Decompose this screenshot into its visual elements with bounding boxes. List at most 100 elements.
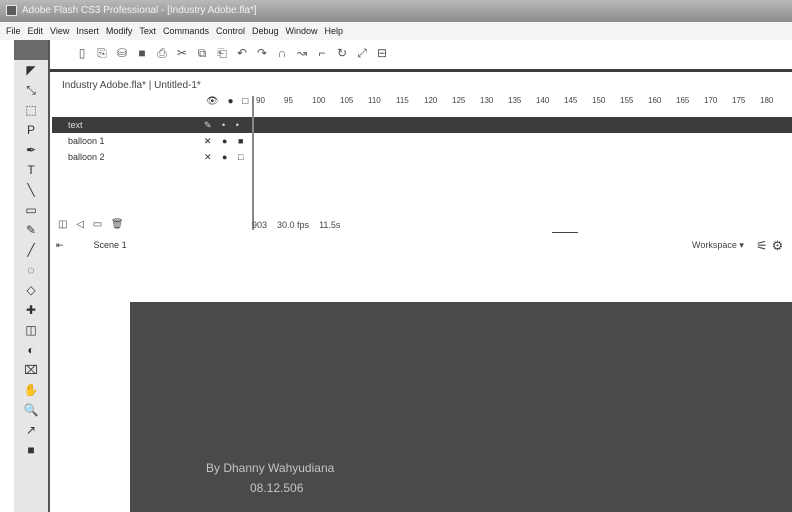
document-tabs[interactable]: Industry Adobe.fla* | Untitled-1* xyxy=(62,80,201,91)
ruler-tick: 115 xyxy=(396,96,409,105)
ruler-tick: 180 xyxy=(760,96,774,105)
stage-text: By Dhanny Wahyudiana 08.12.506 xyxy=(206,458,334,498)
cut-icon[interactable]: ✂ xyxy=(176,46,188,60)
ruler-tick: 125 xyxy=(452,96,466,105)
menu-help[interactable]: Help xyxy=(325,22,344,40)
lasso-tool-icon[interactable]: P xyxy=(14,120,48,140)
ruler-tick: 155 xyxy=(620,96,634,105)
save-icon[interactable]: ■ xyxy=(136,46,148,60)
timeline-header-icons[interactable]: 👁 ● □ xyxy=(206,96,251,107)
line-tool-icon[interactable]: ╲ xyxy=(14,180,48,200)
timeline-playhead[interactable] xyxy=(252,96,254,230)
undo-icon[interactable]: ↶ xyxy=(236,46,248,60)
menu-edit[interactable]: Edit xyxy=(28,22,44,40)
main-toolbar: ▯ ⎘ ⛁ ■ ⎙ ✂ ⧉ ⎗ ↶ ↷ ∩ ↝ ⌐ ↻ ⤢ ⊟ xyxy=(50,40,792,66)
flash-app-icon xyxy=(6,5,17,16)
stroke-color-icon[interactable]: ↗ xyxy=(14,420,48,440)
ruler-tick: 110 xyxy=(368,96,381,105)
window-title: Adobe Flash CS3 Professional - [Industry… xyxy=(22,5,257,16)
ruler-tick: 150 xyxy=(592,96,606,105)
menu-view[interactable]: View xyxy=(50,22,69,40)
menu-modify[interactable]: Modify xyxy=(106,22,133,40)
swap-colors-icon[interactable]: ⌧ xyxy=(14,360,48,380)
ruler-tick: 120 xyxy=(424,96,438,105)
ruler-tick: 165 xyxy=(676,96,690,105)
edit-bar: ⇤ Scene 1 xyxy=(56,240,127,251)
eraser-tool-icon[interactable]: ◫ xyxy=(14,320,48,340)
eyedropper-tool-icon[interactable]: ✚ xyxy=(14,300,48,320)
layer-row-text[interactable]: text ✎ • • ■ xyxy=(52,117,252,146)
layer-controls[interactable]: ✕ ● □ xyxy=(204,149,247,165)
ink-bottle-tool-icon[interactable]: ◌ xyxy=(14,260,48,280)
workspace-menu[interactable]: Workspace ▾ xyxy=(692,240,744,251)
elapsed-time: 11.5s xyxy=(319,220,341,230)
text-tool-icon[interactable]: T xyxy=(14,160,48,180)
layer-name: balloon 2 xyxy=(68,152,105,162)
layer-name: text xyxy=(68,120,83,130)
straighten-icon[interactable]: ⌐ xyxy=(316,46,328,60)
pen-tool-icon[interactable]: ✒ xyxy=(14,140,48,160)
timeline-status: 903 30.0 fps 11.5s xyxy=(252,220,340,230)
fill-transform-tool-icon[interactable]: ◐ xyxy=(14,340,48,360)
layer-name: balloon 1 xyxy=(68,136,105,146)
credit-text: By Dhanny Wahyudiana xyxy=(206,461,335,475)
menu-insert[interactable]: Insert xyxy=(76,22,99,40)
paste-icon[interactable]: ⎗ xyxy=(216,46,228,61)
layer-row-balloon-2[interactable]: balloon 2 ✕ ● □ xyxy=(52,149,252,165)
layer-tools[interactable]: ◫ ◁ ▭ 🗑 xyxy=(58,219,127,230)
edit-scene-icon[interactable]: ⚟⚙ xyxy=(756,238,787,254)
frame-rate[interactable]: 30.0 fps xyxy=(277,220,309,230)
subselection-tool-icon[interactable]: ⤡ xyxy=(14,80,48,100)
save-all-icon[interactable]: ⛁ xyxy=(116,46,128,60)
rotate-icon[interactable]: ↻ xyxy=(336,46,348,60)
ruler-tick: 95 xyxy=(284,96,293,105)
ruler-tick: 105 xyxy=(340,96,354,105)
menu-control[interactable]: Control xyxy=(216,22,245,40)
menu-bar: File Edit View Insert Modify Text Comman… xyxy=(0,22,792,40)
timeline-scroll-handle[interactable] xyxy=(552,222,578,233)
ruler-tick: 90 xyxy=(256,96,265,105)
ruler-tick: 145 xyxy=(564,96,578,105)
free-transform-tool-icon[interactable]: ⬚ xyxy=(14,100,48,120)
fill-color-icon[interactable]: ■ xyxy=(14,440,48,460)
new-file-icon[interactable]: ▯ xyxy=(76,46,88,60)
ruler-tick: 175 xyxy=(732,96,746,105)
menu-text[interactable]: Text xyxy=(139,22,156,40)
selected-layer-frames[interactable] xyxy=(252,117,792,133)
ruler-tick: 130 xyxy=(480,96,494,105)
menu-debug[interactable]: Debug xyxy=(252,22,279,40)
print-icon[interactable]: ⎙ xyxy=(156,46,168,61)
current-frame: 903 xyxy=(252,220,268,230)
selection-tool-icon[interactable]: ◤ xyxy=(14,60,48,80)
align-icon[interactable]: ⊟ xyxy=(376,46,388,60)
hand-tool-icon[interactable]: ✋ xyxy=(14,380,48,400)
window-titlebar: Adobe Flash CS3 Professional - [Industry… xyxy=(0,0,792,22)
layer-row-balloon-1[interactable]: balloon 1 ✕ ● ■ xyxy=(52,133,252,149)
pencil-tool-icon[interactable]: ✎ xyxy=(14,220,48,240)
copy-icon[interactable]: ⧉ xyxy=(196,46,208,61)
toolbar-divider xyxy=(50,69,792,72)
menu-window[interactable]: Window xyxy=(286,22,318,40)
tools-panel: ◤ ⤡ ⬚ P ✒ T ╲ ▭ ✎ ╱ ◌ ◇ ✚ ◫ ◐ ⌧ ✋ 🔍 ↗ ■ xyxy=(14,40,50,512)
ruler-tick: 170 xyxy=(704,96,718,105)
back-icon[interactable]: ⇤ xyxy=(56,240,64,251)
scale-icon[interactable]: ⤢ xyxy=(356,46,368,61)
ruler-tick: 100 xyxy=(312,96,326,105)
brush-tool-icon[interactable]: ╱ xyxy=(14,240,48,260)
open-file-icon[interactable]: ⎘ xyxy=(96,46,108,61)
scene-label[interactable]: Scene 1 xyxy=(94,240,127,251)
zoom-tool-icon[interactable]: 🔍 xyxy=(14,400,48,420)
menu-file[interactable]: File xyxy=(6,22,21,40)
timeline-ruler[interactable]: 90 95 100 105 110 115 120 125 130 135 14… xyxy=(252,96,792,110)
ruler-tick: 160 xyxy=(648,96,662,105)
snap-icon[interactable]: ∩ xyxy=(276,46,288,60)
paint-bucket-tool-icon[interactable]: ◇ xyxy=(14,280,48,300)
date-text: 08.12.506 xyxy=(250,481,304,495)
rectangle-tool-icon[interactable]: ▭ xyxy=(14,200,48,220)
smooth-icon[interactable]: ↝ xyxy=(296,46,308,60)
menu-commands[interactable]: Commands xyxy=(163,22,209,40)
tools-panel-grip[interactable] xyxy=(14,40,48,60)
layer-controls[interactable]: ✕ ● ■ xyxy=(204,133,247,149)
redo-icon[interactable]: ↷ xyxy=(256,46,268,60)
ruler-tick: 140 xyxy=(536,96,550,105)
